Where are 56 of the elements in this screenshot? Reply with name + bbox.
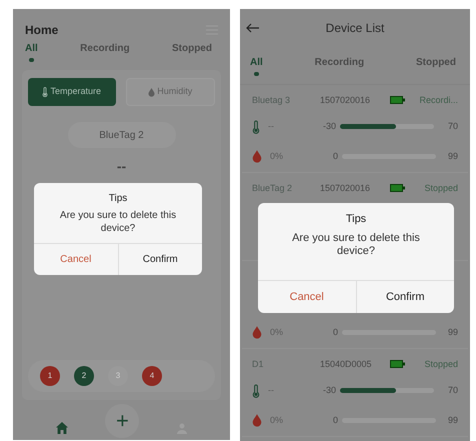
filter-tab[interactable]: Stopped [172,41,212,62]
filter-tab[interactable]: Recording [80,41,130,62]
thermometer-icon [252,120,260,134]
range-max: 70 [448,384,458,397]
cancel-button[interactable]: Cancel [258,280,356,313]
device-name: D1 [252,358,265,371]
range-min: 0 [332,414,338,428]
thermometer-icon [42,87,48,97]
dialog-message: Are you sure to delete this device? [291,230,421,260]
range-max: 99 [448,414,458,428]
confirm-button[interactable]: Confirm [356,280,454,313]
add-button[interactable]: + [105,404,140,438]
device-name: Bluetag 3 [252,94,292,107]
cancel-button[interactable]: Cancel [34,244,118,275]
device-chip[interactable]: 1 [40,366,60,386]
droplet-icon [252,326,262,340]
droplet-icon [148,88,156,96]
device-id: 1507020016 [320,182,372,195]
dialog-title: Tips [108,192,128,206]
device-name: BlueTag 2 [252,182,294,195]
range-min: 0 [332,326,338,340]
confirm-button[interactable]: Confirm [118,244,202,275]
battery-icon [390,184,405,192]
range-min: -30 [322,384,336,397]
filter-tab[interactable]: All [250,55,263,76]
dialog-message: Are you sure to delete this device? [58,209,178,236]
reading-value: -- [268,384,275,397]
device-chip[interactable]: 4 [142,366,162,386]
battery-icon [390,96,405,104]
thermometer-icon [252,384,260,398]
filter-tab[interactable]: Stopped [416,55,456,76]
filter-tab[interactable]: All [25,41,38,62]
dialog-title: Tips [344,212,368,227]
range-max: 70 [448,120,458,133]
droplet-icon [252,414,262,428]
device-id: 1507020016 [320,94,372,107]
device-chip[interactable]: 2 [74,366,94,386]
droplet-icon [252,150,262,164]
device-status: Stopped [424,358,458,371]
device-id: 15040D0005 [320,358,373,371]
range-max: 99 [448,150,458,164]
battery-icon [390,360,405,368]
range-max: 99 [448,326,458,340]
filter-tab[interactable]: Recording [314,55,364,76]
home-icon[interactable] [56,422,68,434]
back-arrow-icon[interactable] [246,23,259,33]
device-status: Stopped [424,182,458,195]
mode-toggle[interactable]: Temperature [28,78,116,106]
device-name-pill: BlueTag 2 [68,122,176,148]
screen-title: Home [25,22,58,39]
range-min: 0 [332,150,338,164]
reading-value: -- [116,157,126,176]
screen-title: Device List [326,20,384,37]
reading-value: -- [268,120,275,133]
range-min: -30 [322,120,336,133]
device-status: Recordi... [419,94,458,107]
